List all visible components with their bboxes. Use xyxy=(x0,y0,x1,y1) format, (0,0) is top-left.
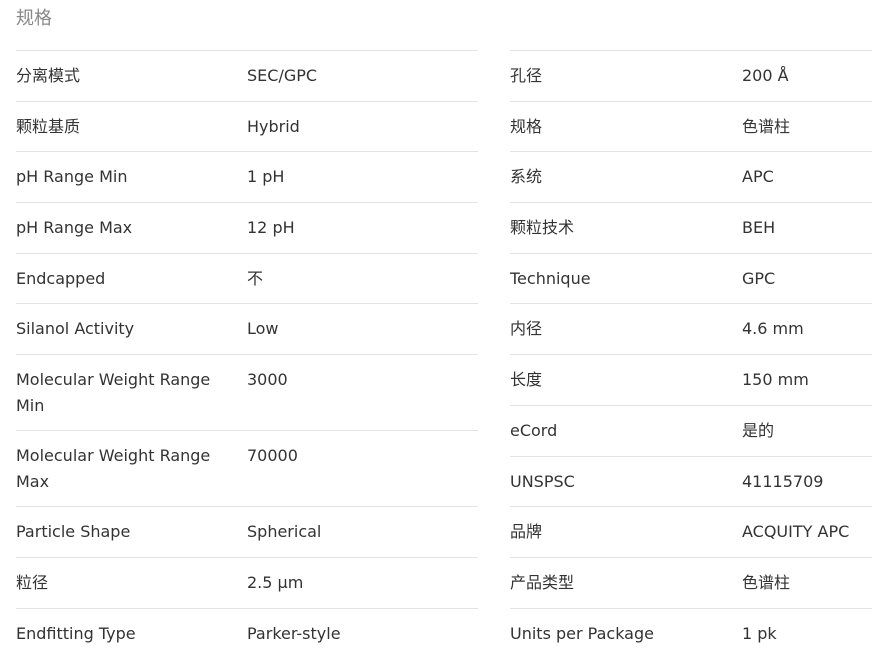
spec-label: 颗粒技术 xyxy=(510,218,575,238)
spec-value: 200 Å xyxy=(742,66,789,85)
spec-row: 长度 150 mm xyxy=(510,354,872,405)
spec-label: 孔径 xyxy=(510,66,543,85)
spec-label: 规格 xyxy=(510,116,543,136)
spec-label: 分离模式 xyxy=(16,66,81,85)
spec-label: 产品类型 xyxy=(510,572,575,592)
spec-row: 孔径 200 Å xyxy=(510,50,872,101)
spec-row: 颗粒基质 Hybrid xyxy=(16,100,478,152)
spec-label: 内径 xyxy=(510,319,543,339)
spec-label: 系统 xyxy=(510,167,543,187)
spec-label: Molecular Weight Range Min xyxy=(16,370,211,416)
spec-value: Hybrid xyxy=(247,116,300,136)
spec-value: 12 pH xyxy=(247,218,295,238)
spec-label: Molecular Weight Range Max xyxy=(16,446,211,492)
section-title: 规格 xyxy=(16,8,52,29)
spec-value: 色谱柱 xyxy=(742,116,791,136)
spec-column-right: 孔径 200 Å 规格 色谱柱 系统 APC 颗粒技术 BEH Techniqu… xyxy=(510,50,872,658)
spec-label: Silanol Activity xyxy=(16,319,135,339)
spec-row: eCord 是的 xyxy=(510,404,872,456)
spec-row: pH Range Min 1 pH xyxy=(16,151,478,202)
spec-label: Particle Shape xyxy=(16,522,131,542)
spec-label: Endfitting Type xyxy=(16,623,136,643)
spec-value: APC xyxy=(742,167,774,187)
spec-value: 不 xyxy=(247,268,264,288)
spec-value: Low xyxy=(247,319,279,339)
spec-label: 品牌 xyxy=(510,522,543,542)
spec-value: 70000 xyxy=(247,446,298,466)
spec-row: Silanol Activity Low xyxy=(16,303,478,354)
spec-label: eCord xyxy=(510,420,558,440)
spec-row: Molecular Weight Range Max 70000 xyxy=(16,430,478,506)
spec-label: pH Range Max xyxy=(16,218,133,238)
spec-row: 内径 4.6 mm xyxy=(510,303,872,354)
spec-label: 长度 xyxy=(510,370,543,390)
spec-value: BEH xyxy=(742,218,776,238)
spec-value: ACQUITY APC xyxy=(742,522,850,542)
spec-value: 色谱柱 xyxy=(742,572,791,592)
spec-value: 2.5 µm xyxy=(247,572,304,592)
spec-value: 1 pH xyxy=(247,167,285,187)
spec-value: GPC xyxy=(742,268,776,288)
spec-row: 系统 APC xyxy=(510,151,872,202)
spec-row: 产品类型 色谱柱 xyxy=(510,556,872,608)
spec-label: Endcapped xyxy=(16,268,106,288)
spec-label: 颗粒基质 xyxy=(16,116,81,136)
spec-row: 规格 色谱柱 xyxy=(510,100,872,152)
spec-label: 粒径 xyxy=(16,572,49,592)
spec-value: 41115709 xyxy=(742,471,824,491)
spec-value: 是的 xyxy=(742,420,775,440)
spec-value: 1 pk xyxy=(742,623,777,643)
spec-column-left: 分离模式 SEC/GPC 颗粒基质 Hybrid pH Range Min 1 … xyxy=(16,50,478,658)
spec-value: 150 mm xyxy=(742,370,809,390)
spec-row: 颗粒技术 BEH xyxy=(510,202,872,253)
spec-value: 4.6 mm xyxy=(742,319,804,339)
spec-value: Spherical xyxy=(247,522,322,542)
spec-value: 3000 xyxy=(247,370,288,390)
spec-label: Technique xyxy=(510,268,591,288)
spec-label: Units per Package xyxy=(510,623,654,643)
spec-row: Units per Package 1 pk xyxy=(510,607,872,659)
spec-label: UNSPSC xyxy=(510,471,575,491)
spec-row: 品牌 ACQUITY APC xyxy=(510,506,872,557)
spec-row: UNSPSC 41115709 xyxy=(510,455,872,507)
spec-row: Endcapped 不 xyxy=(16,252,478,304)
spec-row: 分离模式 SEC/GPC xyxy=(16,50,478,101)
spec-row: 粒径 2.5 µm xyxy=(16,556,478,608)
spec-value: SEC/GPC xyxy=(247,66,318,85)
spec-row: Technique GPC xyxy=(510,252,872,304)
spec-value: Parker-style xyxy=(247,623,341,643)
spec-row: Endfitting Type Parker-style xyxy=(16,607,478,659)
spec-row: Molecular Weight Range Min 3000 xyxy=(16,354,478,430)
spec-label: pH Range Min xyxy=(16,167,128,187)
spec-row: Particle Shape Spherical xyxy=(16,506,478,557)
spec-row: pH Range Max 12 pH xyxy=(16,202,478,253)
